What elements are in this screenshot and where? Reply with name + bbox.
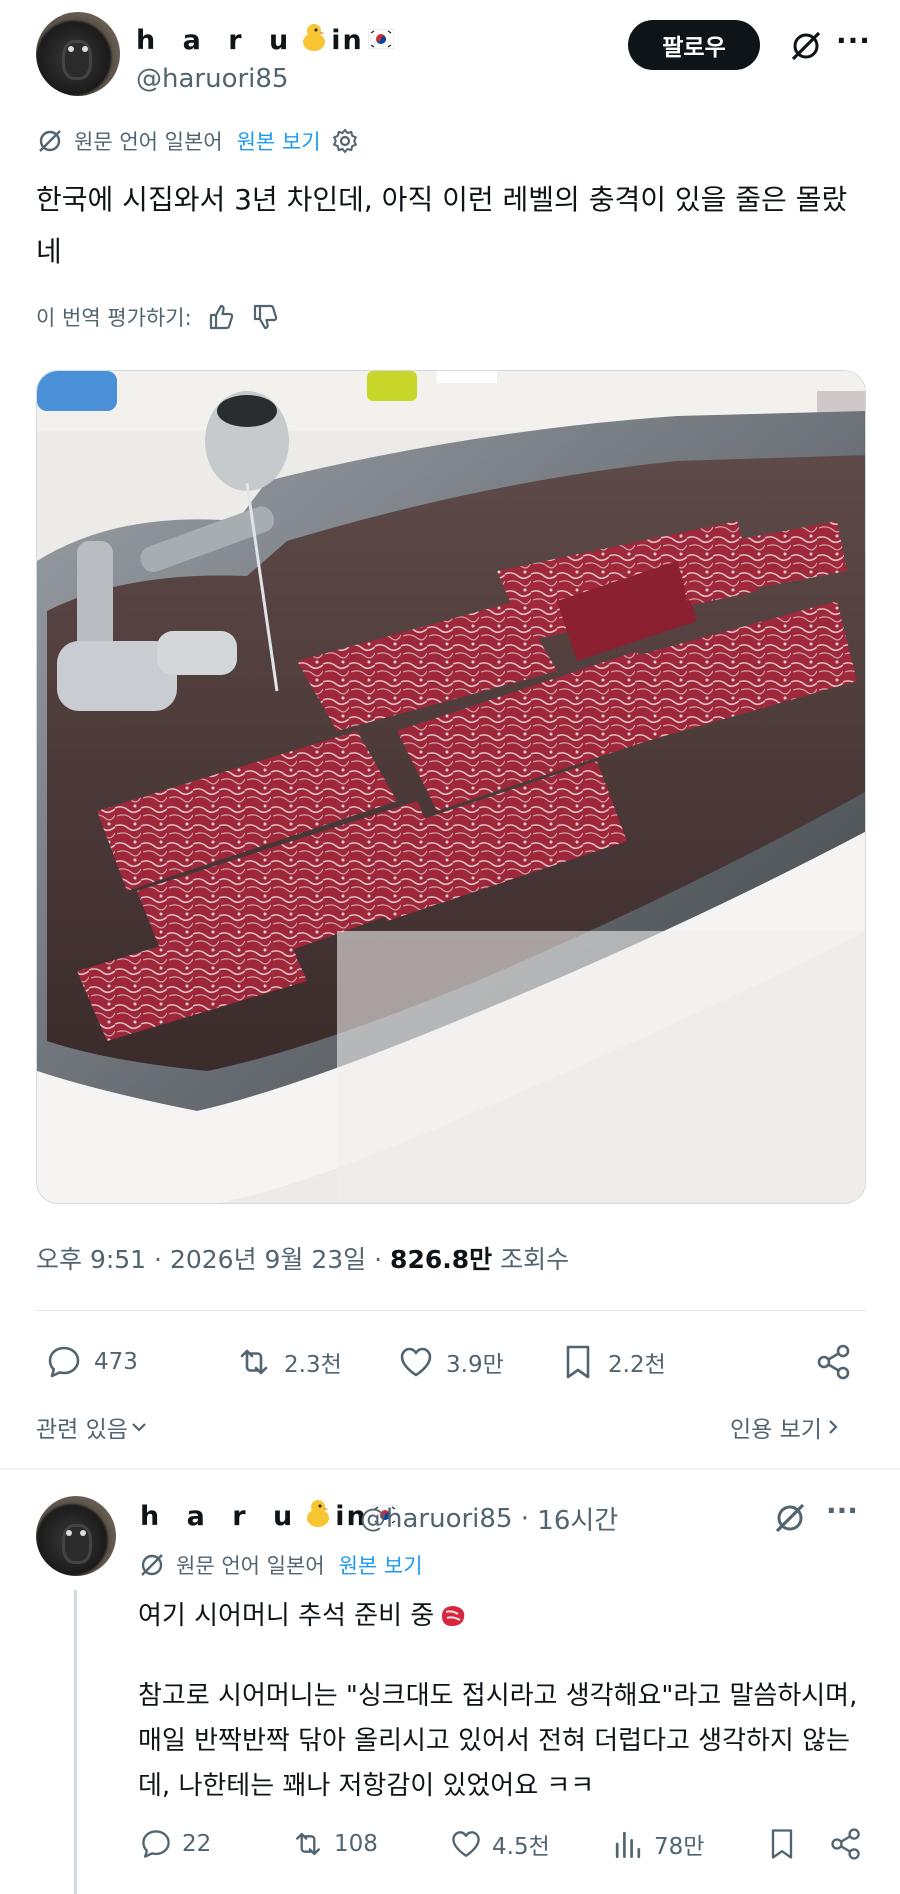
view-quotes-link[interactable]: 인용 보기: [730, 1410, 844, 1444]
reply-reply-button[interactable]: 22: [138, 1826, 211, 1862]
avatar-eye: [66, 1530, 72, 1536]
post-date[interactable]: 2026년 9월 23일: [170, 1245, 366, 1274]
avatar-eye: [82, 46, 88, 52]
follow-button[interactable]: 팔로우: [628, 20, 760, 70]
meta-dot: ·: [512, 1503, 538, 1534]
thumbs-up-icon[interactable]: [206, 302, 236, 332]
sink-photo-image: [37, 371, 865, 1203]
reply-button[interactable]: 473: [44, 1342, 138, 1382]
like-icon: [400, 1347, 432, 1377]
avatar-eye: [80, 1530, 86, 1536]
like-button[interactable]: 3.9만: [396, 1342, 504, 1382]
author-name-suffix: in: [331, 25, 364, 56]
translation-language: 원문 언어 일본어: [176, 1554, 325, 1578]
translate-icon: [39, 130, 61, 152]
avatar-eye: [68, 46, 74, 52]
post-text: 한국에 시집와서 3년 차인데, 아직 이런 레벨의 충격이 있을 줄은 몰랐네: [36, 183, 848, 268]
repost-icon: [240, 1349, 268, 1375]
korea-flag-emoji: [367, 25, 395, 56]
reply-like-button[interactable]: 4.5천: [448, 1826, 550, 1862]
chevron-right-icon: [829, 1420, 838, 1434]
views-label: 조회수: [500, 1245, 570, 1274]
post-header: h a r u in @haruori85 팔로우 ···: [36, 12, 870, 96]
meat-emoji: [442, 1606, 465, 1626]
repost-button[interactable]: 2.3천: [234, 1342, 342, 1382]
meta-dot: ·: [154, 1245, 170, 1274]
author-handle[interactable]: @haruori85: [136, 64, 288, 94]
share-button[interactable]: [814, 1342, 864, 1382]
reply-bookmark-button[interactable]: [764, 1826, 808, 1862]
grok-icon[interactable]: [772, 1500, 808, 1536]
post-meta: 오후 9:51 · 2026년 9월 23일 · 826.8만 조회수: [36, 1240, 569, 1276]
reply-handle: @haruori85: [360, 1503, 513, 1534]
like-count: 3.9만: [446, 1352, 504, 1378]
reply-author-name: h a r u: [140, 1501, 302, 1532]
bookmark-icon: [566, 1345, 590, 1379]
reply-actions: 22 108 4.5천 78만: [138, 1826, 878, 1866]
section-separator: [0, 1468, 900, 1470]
bookmark-count: 2.2천: [608, 1352, 666, 1378]
reply-line1-text: 여기 시어머니 추석 준비 중: [138, 1601, 435, 1631]
reply-views-count: 78만: [654, 1834, 705, 1860]
reply-handle-row[interactable]: @haruori85 · 16시간: [360, 1500, 618, 1537]
show-original-link[interactable]: 원본 보기: [237, 126, 321, 156]
chevron-down-icon: [132, 1423, 146, 1432]
quotes-label: 인용 보기: [730, 1417, 822, 1443]
divider: [36, 1310, 866, 1311]
meta-dot: ·: [374, 1245, 391, 1274]
chick-emoji: [305, 1498, 331, 1535]
reply-count: 473: [94, 1349, 138, 1375]
reply-body: 참고로 시어머니는 "싱크대도 접시라고 생각해요"라고 말씀하시며, 매일 반…: [138, 1681, 858, 1801]
rate-translation: 이 번역 평가하기:: [36, 302, 280, 332]
author-name-row[interactable]: h a r u in: [136, 22, 395, 59]
post-actions: 473 2.3천 3.9만 2.2천: [44, 1342, 864, 1388]
views-icon: [615, 1831, 641, 1858]
translate-icon: [141, 1554, 163, 1576]
reply-translation-note: 원문 언어 일본어 원본 보기: [138, 1550, 423, 1580]
reply-icon: [142, 1830, 170, 1858]
translation-language: 원문 언어 일본어: [74, 130, 223, 154]
like-icon: [452, 1831, 480, 1857]
views-count: 826.8만: [390, 1245, 493, 1274]
grok-icon[interactable]: [788, 28, 824, 64]
related-label: 관련 있음: [36, 1417, 128, 1443]
bookmark-button[interactable]: 2.2천: [558, 1342, 666, 1382]
author-name: h a r u: [136, 25, 298, 56]
reply-reply-count: 22: [182, 1831, 212, 1857]
reply-like-count: 4.5천: [492, 1834, 550, 1860]
show-original-link[interactable]: 원본 보기: [339, 1550, 423, 1580]
reply-share-button[interactable]: [828, 1826, 872, 1862]
gear-icon[interactable]: [331, 127, 359, 155]
repost-count: 2.3천: [284, 1352, 342, 1378]
share-icon: [817, 1344, 850, 1380]
translation-note: 원문 언어 일본어 원본 보기: [36, 126, 359, 156]
rate-translation-label: 이 번역 평가하기:: [36, 306, 192, 330]
more-icon[interactable]: ···: [836, 24, 871, 57]
thread-line: [74, 1590, 77, 1894]
reply-avatar[interactable]: [36, 1496, 116, 1576]
reply-views-button[interactable]: 78만: [610, 1826, 704, 1862]
share-icon: [831, 1828, 860, 1860]
reply-repost-count: 108: [334, 1831, 378, 1857]
thumbs-down-icon[interactable]: [250, 302, 280, 332]
post-time[interactable]: 오후 9:51: [36, 1245, 146, 1274]
repost-icon: [296, 1832, 320, 1856]
more-icon[interactable]: ···: [826, 1494, 858, 1527]
reply-icon: [48, 1346, 80, 1378]
reply-time-ago: 16시간: [537, 1506, 619, 1536]
chick-emoji: [301, 22, 327, 59]
reply-repost-button[interactable]: 108: [290, 1826, 378, 1862]
reply-text-line1: 여기 시어머니 추석 준비 중: [138, 1596, 468, 1636]
avatar[interactable]: [36, 12, 120, 96]
bookmark-icon: [771, 1829, 793, 1859]
post-photo[interactable]: [36, 370, 866, 1204]
related-toggle[interactable]: 관련 있음: [36, 1410, 150, 1444]
